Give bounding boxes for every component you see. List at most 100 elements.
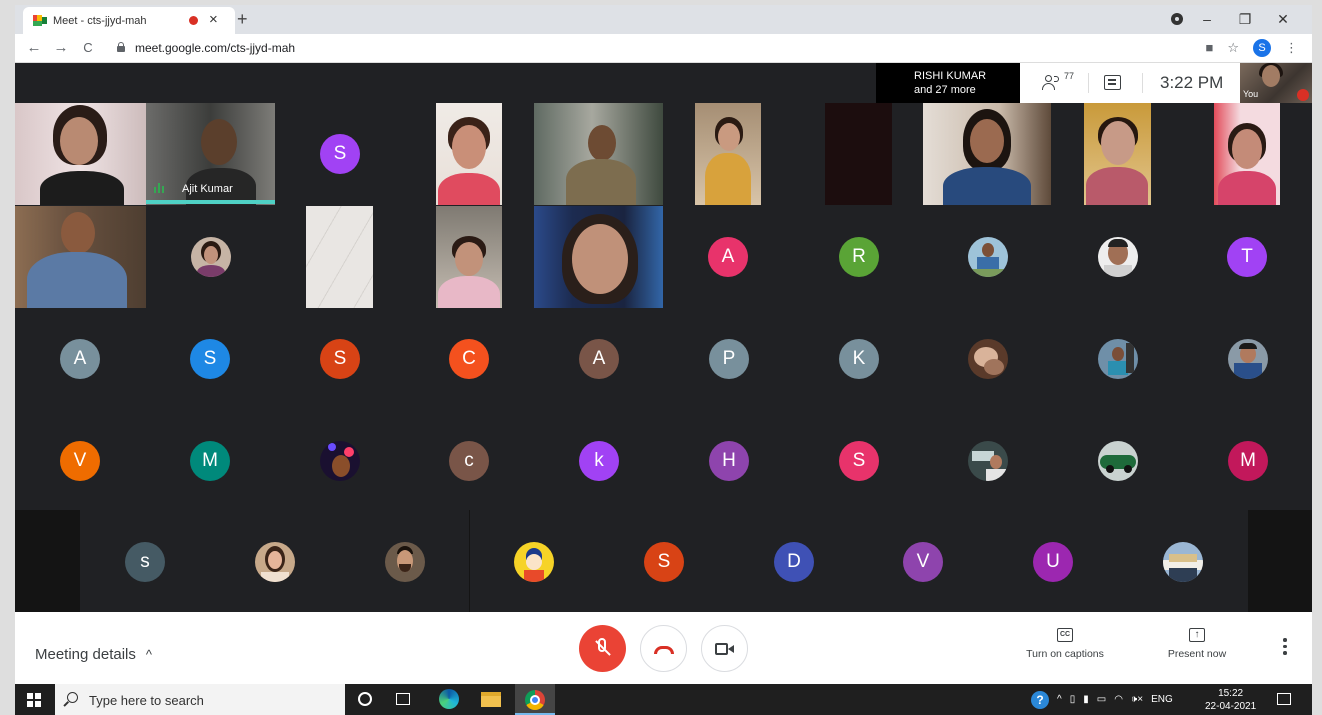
participant-avatar[interactable]: S bbox=[839, 441, 879, 481]
mic-tray-icon[interactable]: ▮ bbox=[1083, 694, 1089, 705]
edge-icon[interactable] bbox=[439, 689, 459, 709]
participant-avatar[interactable]: S bbox=[190, 339, 230, 379]
participant-tile[interactable]: A bbox=[695, 206, 761, 308]
wifi-icon[interactable]: ◠ bbox=[1114, 694, 1123, 705]
participant-photo[interactable] bbox=[968, 441, 1008, 481]
participant-photo[interactable] bbox=[1098, 441, 1138, 481]
participant-avatar[interactable]: c bbox=[449, 441, 489, 481]
participant-avatar[interactable]: M bbox=[1228, 441, 1268, 481]
address-bar[interactable]: meet.google.com/cts-jjyd-mah bbox=[135, 41, 295, 55]
help-icon[interactable]: ? bbox=[1031, 690, 1049, 709]
self-view-tile[interactable]: You bbox=[1240, 63, 1312, 103]
participant-avatar[interactable]: H bbox=[709, 441, 749, 481]
participant-tile[interactable]: T bbox=[1214, 206, 1280, 308]
leave-call-button[interactable] bbox=[640, 625, 687, 672]
bookmark-star-icon[interactable]: ☆ bbox=[1227, 39, 1239, 57]
participant-photo[interactable] bbox=[255, 542, 295, 582]
present-now-button[interactable]: ↑ Present now bbox=[1155, 628, 1239, 660]
participant-video[interactable] bbox=[1214, 103, 1280, 205]
chat-icon[interactable] bbox=[1104, 75, 1121, 90]
browser-tab[interactable]: Meet - cts-jjyd-mah × bbox=[23, 7, 235, 34]
participant-avatar[interactable]: K bbox=[839, 339, 879, 379]
participant-avatar[interactable]: s bbox=[125, 542, 165, 582]
participant-video[interactable] bbox=[306, 206, 373, 308]
lock-icon[interactable] bbox=[117, 42, 125, 52]
close-window-button[interactable]: ✕ bbox=[1264, 8, 1302, 30]
camera-indicator-icon[interactable]: ■ bbox=[1205, 39, 1213, 57]
notification-icon[interactable] bbox=[1277, 693, 1291, 705]
participant-avatar[interactable]: P bbox=[709, 339, 749, 379]
device-icon[interactable]: ▯ bbox=[1070, 694, 1076, 705]
volume-muted-icon[interactable]: 🕩× bbox=[1131, 694, 1143, 705]
file-explorer-icon[interactable] bbox=[481, 692, 501, 707]
participant-video[interactable] bbox=[15, 206, 146, 308]
participant-video[interactable] bbox=[534, 206, 663, 308]
participant-photo[interactable] bbox=[968, 339, 1008, 379]
more-options-icon[interactable] bbox=[1283, 638, 1289, 658]
participant-tile[interactable] bbox=[955, 206, 1022, 308]
participant-avatar: T bbox=[1227, 237, 1267, 277]
mic-toggle-button[interactable] bbox=[579, 625, 626, 672]
minimize-button[interactable]: – bbox=[1188, 8, 1226, 30]
hangup-icon bbox=[654, 646, 674, 654]
participant-photo[interactable] bbox=[514, 542, 554, 582]
participant-avatar[interactable]: C bbox=[449, 339, 489, 379]
speaking-highlight bbox=[146, 200, 275, 204]
windows-start-icon[interactable] bbox=[27, 693, 41, 707]
participant-photo[interactable] bbox=[320, 441, 360, 481]
participant-photo[interactable] bbox=[1163, 542, 1203, 582]
participant-tile[interactable] bbox=[146, 206, 275, 308]
maximize-button[interactable]: ❐ bbox=[1226, 8, 1264, 30]
filmstrip-edge bbox=[1248, 510, 1312, 612]
back-button[interactable]: ← bbox=[25, 39, 43, 57]
participant-video[interactable] bbox=[1084, 103, 1151, 205]
taskbar-clock[interactable]: 15:22 22-04-2021 bbox=[1205, 687, 1256, 713]
participant-photo[interactable] bbox=[1228, 339, 1268, 379]
forward-button[interactable]: → bbox=[52, 39, 70, 57]
profile-avatar[interactable]: S bbox=[1253, 39, 1271, 57]
participant-avatar[interactable]: A bbox=[60, 339, 100, 379]
new-tab-button[interactable]: + bbox=[237, 9, 248, 29]
participant-avatar[interactable]: k bbox=[579, 441, 619, 481]
chrome-taskbar-icon[interactable] bbox=[515, 684, 555, 715]
captions-button[interactable]: CC Turn on captions bbox=[1019, 628, 1111, 660]
participant-photo[interactable] bbox=[385, 542, 425, 582]
participant-video[interactable] bbox=[923, 103, 1051, 205]
camera-toggle-button[interactable] bbox=[701, 625, 748, 672]
meet-logo-icon bbox=[33, 15, 47, 26]
clock-time: 15:22 bbox=[1218, 688, 1244, 699]
reload-button[interactable]: C bbox=[79, 39, 97, 57]
taskbar-search[interactable]: Type here to search bbox=[55, 684, 345, 715]
tray-overflow-icon[interactable]: ^ bbox=[1057, 694, 1062, 705]
meeting-details-button[interactable]: Meeting details ^ bbox=[35, 646, 152, 663]
tab-close-icon[interactable]: × bbox=[209, 12, 218, 28]
account-icon[interactable] bbox=[1171, 13, 1183, 25]
participant-avatar[interactable]: M bbox=[190, 441, 230, 481]
presenter-name: RISHI KUMAR bbox=[914, 70, 987, 82]
participant-avatar[interactable]: S bbox=[644, 542, 684, 582]
participant-tile[interactable] bbox=[1084, 206, 1151, 308]
more-vert-icon[interactable]: ⋮ bbox=[1285, 39, 1298, 57]
participant-video[interactable] bbox=[436, 103, 502, 205]
participant-avatar[interactable]: U bbox=[1033, 542, 1073, 582]
participant-tile[interactable]: R bbox=[825, 206, 892, 308]
battery-icon[interactable]: ▭ bbox=[1097, 694, 1106, 705]
participant-video[interactable] bbox=[534, 103, 663, 205]
participant-photo[interactable] bbox=[1098, 339, 1138, 379]
participant-video[interactable] bbox=[695, 103, 761, 205]
participant-video[interactable] bbox=[825, 103, 892, 205]
participant-avatar[interactable]: V bbox=[60, 441, 100, 481]
participant-avatar[interactable]: S bbox=[320, 339, 360, 379]
chevron-up-icon: ^ bbox=[145, 647, 153, 662]
participant-video[interactable]: Ajit Kumar bbox=[146, 103, 275, 205]
participant-avatar[interactable]: A bbox=[579, 339, 619, 379]
participant-avatar[interactable]: D bbox=[774, 542, 814, 582]
participant-tile[interactable]: S bbox=[275, 103, 404, 205]
participant-video[interactable] bbox=[436, 206, 502, 308]
cortana-icon[interactable] bbox=[358, 692, 372, 706]
task-view-icon[interactable] bbox=[396, 693, 410, 705]
participant-video[interactable] bbox=[15, 103, 146, 205]
participant-avatar[interactable]: V bbox=[903, 542, 943, 582]
people-icon[interactable] bbox=[1042, 75, 1064, 91]
language-indicator[interactable]: ENG bbox=[1151, 694, 1173, 705]
